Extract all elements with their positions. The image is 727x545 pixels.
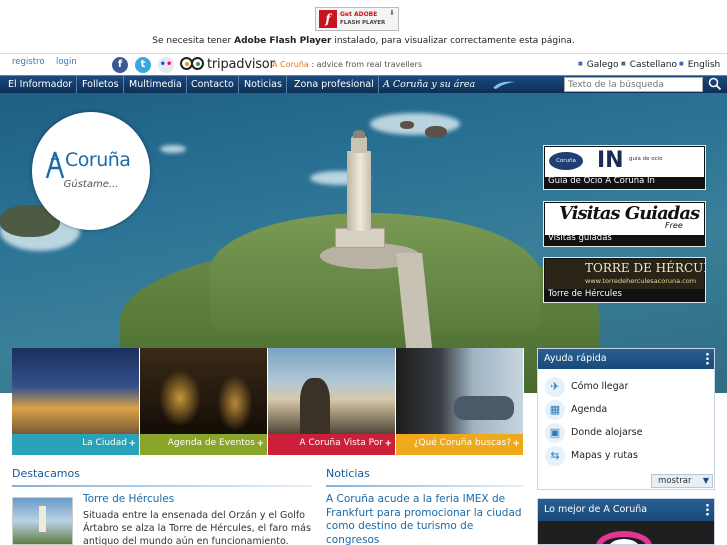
promo-caption: Visitas guiadas [548,233,612,243]
promo-caption: Guía de Ocio A Coruña In [548,176,655,186]
facebook-icon[interactable]: f [112,57,128,73]
divider [326,485,524,487]
coruna-logo[interactable]: Coruña Gústame... [32,112,150,230]
kebab-icon[interactable] [706,352,709,366]
nav-area-brand[interactable]: A Coruña y su área [383,76,475,93]
lang-galego[interactable]: Galego [578,60,619,70]
wave-icon [493,81,515,89]
suitcase-icon: ▣ [545,423,565,443]
tower-base [335,228,385,248]
kebab-icon[interactable] [706,503,709,517]
plus-icon: + [128,439,136,449]
plane-icon: ✈ [545,377,565,397]
owl-icon [180,57,204,71]
featured-thumbnail[interactable] [12,497,73,545]
calendar-icon: ▦ [545,400,565,420]
nav-el-informador[interactable]: El Informador [4,76,78,93]
download-icon: ⬇ [389,9,395,17]
main-nav: El Informador Folletos Multimedia Contac… [0,75,727,93]
plus-icon: + [256,439,264,449]
section-tiles: La Ciudad + Agenda de Eventos + A Coruña… [12,348,524,455]
best-of-panel: Lo mejor de A Coruña [537,498,715,545]
nav-noticias[interactable]: Noticias [240,76,287,93]
tile-vista-por[interactable]: A Coruña Vista Por + [268,348,396,455]
get-flash-player-button[interactable]: f Get ADOBE FLASH PLAYER ⬇ [315,7,399,31]
nav-zona-profesional[interactable]: Zona profesional [290,76,379,93]
flash-badge-line2: FLASH PLAYER [340,20,386,26]
register-link[interactable]: registro [12,57,45,67]
best-of-title: Lo mejor de A Coruña [538,499,714,521]
show-more-button[interactable]: mostrar ▼ [651,474,713,488]
chevron-down-icon: ▼ [702,476,709,485]
featured-title-link[interactable]: Torre de Hércules [83,493,174,505]
lang-castellano[interactable]: Castellano [621,60,677,70]
search-icon[interactable] [708,77,724,92]
quick-help-title: Ayuda rápida [538,349,714,369]
promo-guia-ocio[interactable]: Coruña IN guía de ocio Guía de Ocio A Co… [543,145,706,190]
quick-help-alojarse[interactable]: ▣ Donde alojarse [545,423,710,443]
promo-visitas-guiadas[interactable]: Visitas Guiadas Free Visitas guiadas [543,201,706,247]
coruna-a-icon [45,151,65,179]
lang-english[interactable]: English [679,60,721,70]
quick-help-agenda[interactable]: ▦ Agenda [545,400,710,420]
flash-notice: f Get ADOBE FLASH PLAYER ⬇ Se necesita t… [0,0,727,54]
nav-multimedia[interactable]: Multimedia [125,76,187,93]
promo-torre-hercules[interactable]: TORRE DE HÉRCULES www.torredeherculesaco… [543,257,706,303]
plus-icon: + [384,439,392,449]
tile-agenda-eventos[interactable]: Agenda de Eventos + [140,348,268,455]
quick-help-mapas[interactable]: ⇆ Mapas y rutas [545,446,710,466]
news-title-link[interactable]: A Coruña acude a la feria IMEX de Frankf… [326,493,526,545]
search-input[interactable] [564,77,703,92]
utility-bar: registro login f t •• tripadvisor A Coru… [0,54,727,75]
plus-icon: + [512,439,520,449]
lighthouse-tower [347,151,371,231]
tripadvisor-tagline[interactable]: A Coruña : advice from real travellers [272,60,422,69]
logo-slogan: Gústame... [63,179,119,190]
quick-help-como-llegar[interactable]: ✈ Cómo llegar [545,377,710,397]
tile-la-ciudad[interactable]: La Ciudad + [12,348,140,455]
nav-contacto[interactable]: Contacto [187,76,239,93]
flash-badge-line1: Get ADOBE [340,11,378,18]
twitter-icon[interactable]: t [135,57,151,73]
logo-text: Coruña [65,149,131,171]
section-title-destacamos: Destacamos [12,467,80,480]
quick-help-panel: Ayuda rápida ✈ Cómo llegar ▦ Agenda ▣ Do… [537,348,715,490]
promo-caption: Torre de Hércules [548,289,622,299]
flash-icon: f [319,10,337,28]
flash-message: Se necesita tener Adobe Flash Player ins… [152,36,575,46]
coruna-pin-icon: Coruña [549,152,583,170]
featured-text: Situada entre la ensenada del Orzán y el… [83,510,311,545]
signpost-icon: ⇆ [545,446,565,466]
section-title-noticias: Noticias [326,467,370,480]
nav-folletos[interactable]: Folletos [78,76,124,93]
flickr-icon[interactable]: •• [158,57,174,73]
tile-que-coruna-buscas[interactable]: ¿Qué Coruña buscas? + [396,348,524,455]
divider [12,485,312,487]
login-link[interactable]: login [56,57,77,67]
